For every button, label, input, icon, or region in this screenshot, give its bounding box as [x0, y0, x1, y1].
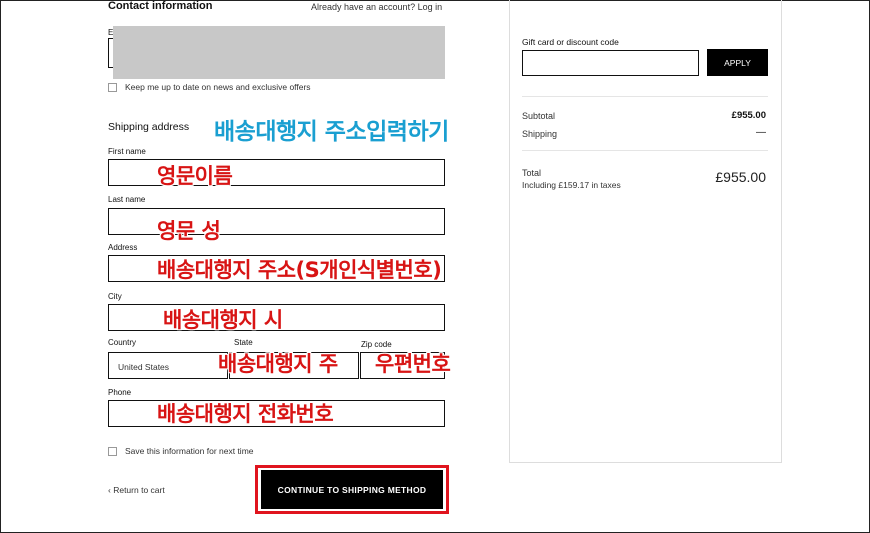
phone-label: Phone — [108, 388, 132, 397]
country-value: United States — [118, 362, 170, 372]
total-label: Total — [522, 168, 542, 178]
return-to-cart-label: Return to cart — [113, 485, 165, 495]
subtotal-label: Subtotal — [522, 111, 556, 121]
newsletter-label: Keep me up to date on news and exclusive… — [125, 82, 311, 92]
annotation-state: 배송대행지 주 — [218, 352, 338, 376]
contact-title: Contact information — [108, 0, 213, 12]
annotation-zip: 우편번호 — [375, 352, 451, 376]
gift-card-input[interactable] — [522, 50, 699, 76]
summary-divider-2 — [522, 150, 768, 151]
annotation-first-name: 영문이름 — [157, 164, 233, 188]
country-select[interactable]: United States — [108, 352, 228, 379]
annotation-last-name: 영문 성 — [157, 219, 221, 243]
shipping-cost-value: — — [756, 127, 766, 138]
subtotal-value: £955.00 — [731, 110, 766, 121]
annotation-phone: 배송대행지 전화번호 — [157, 402, 334, 426]
continue-to-shipping-button[interactable]: CONTINUE TO SHIPPING METHOD — [261, 470, 443, 509]
annotation-shipping-heading: 배송대행지 주소입력하기 — [214, 119, 449, 145]
state-label: State — [234, 338, 253, 347]
city-label: City — [108, 292, 122, 301]
save-info-checkbox[interactable] — [108, 447, 117, 456]
shipping-address-title: Shipping address — [108, 121, 190, 133]
address-label: Address — [108, 243, 138, 252]
summary-divider-1 — [522, 96, 768, 97]
redacted-email-block — [113, 26, 445, 79]
save-info-label: Save this information for next time — [125, 446, 254, 456]
login-link[interactable]: Already have an account? Log in — [311, 2, 442, 12]
annotation-address: 배송대행지 주소(S개인식별번호) — [157, 258, 442, 282]
total-value: £955.00 — [715, 169, 766, 185]
apply-button[interactable]: APPLY — [707, 49, 768, 76]
newsletter-checkbox[interactable] — [108, 83, 117, 92]
country-label: Country — [108, 338, 137, 347]
last-name-label: Last name — [108, 195, 146, 204]
annotation-city: 배송대행지 시 — [163, 308, 283, 332]
return-to-cart-link[interactable]: ‹ Return to cart — [108, 485, 165, 495]
taxes-note: Including £159.17 in taxes — [522, 180, 621, 190]
gift-card-label: Gift card or discount code — [522, 37, 619, 47]
first-name-label: First name — [108, 147, 146, 156]
shipping-cost-label: Shipping — [522, 129, 558, 139]
